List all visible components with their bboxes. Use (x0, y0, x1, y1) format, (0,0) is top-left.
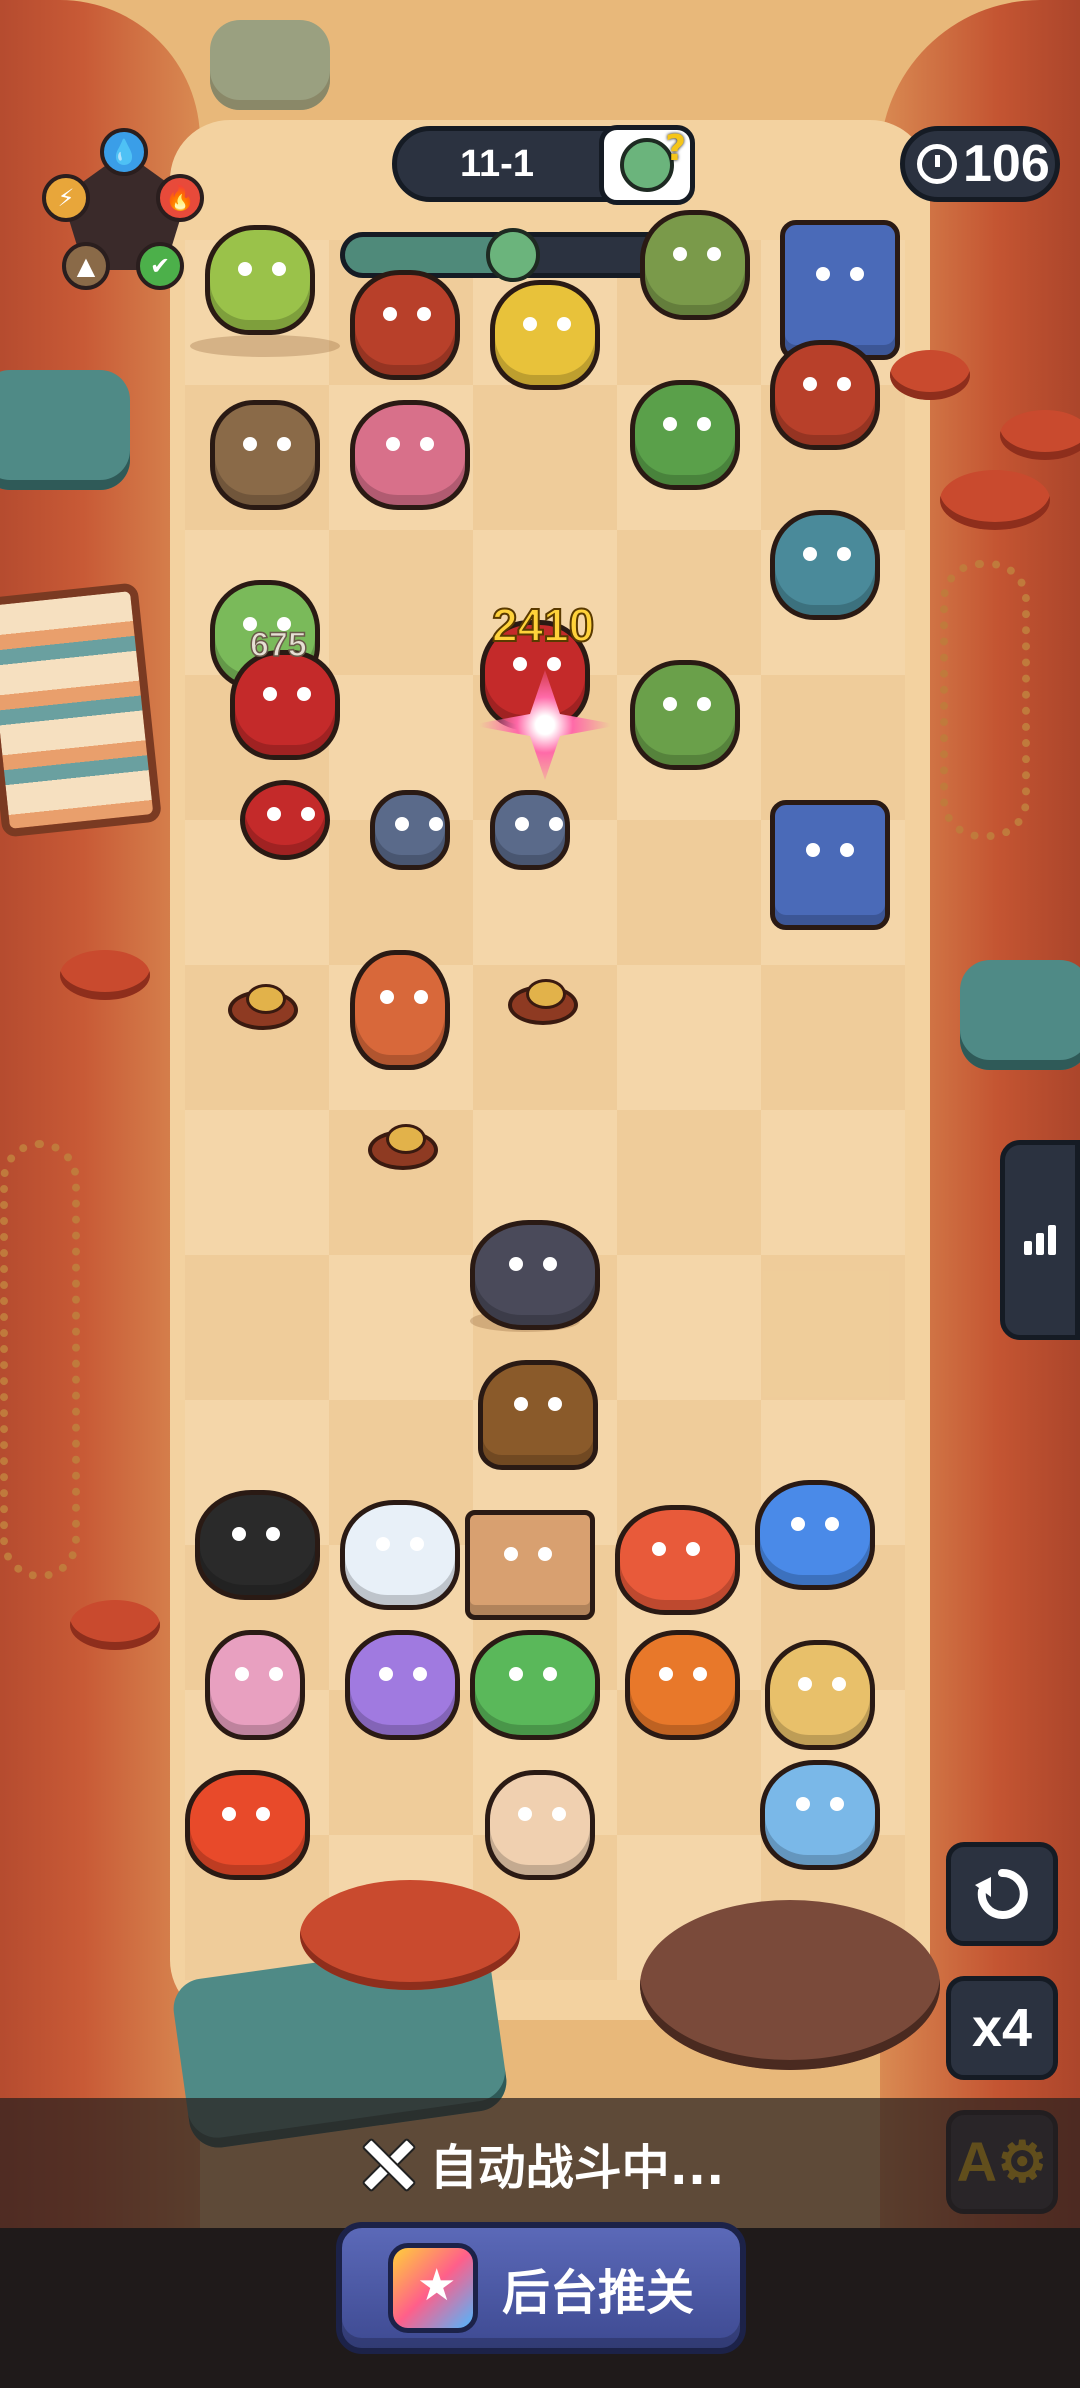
speed-button[interactable]: x4 (946, 1976, 1058, 2080)
red-rock (890, 350, 970, 400)
timer-icon (917, 144, 957, 184)
blue-zombie-enemy (770, 510, 880, 620)
damage-number: 2410 (491, 598, 595, 652)
stage-label: 11-1 (460, 142, 534, 185)
refresh-icon (975, 1868, 1028, 1919)
fire-zombie-enemy (350, 270, 460, 380)
earth-icon: ▲ (62, 242, 110, 290)
fire-frog-hero[interactable] (615, 1505, 740, 1615)
teal-boulder (960, 960, 1080, 1070)
panda-hero[interactable] (340, 1500, 460, 1610)
rock-pile-enemy (210, 400, 320, 510)
stats-bars-icon (1024, 1225, 1056, 1255)
damage-number: 675 (249, 625, 307, 665)
background-push-label: 后台推关 (501, 2265, 694, 2321)
crossed-swords-icon (356, 2133, 416, 2193)
wooden-sign (0, 582, 163, 838)
lava-beast-hero[interactable] (185, 1770, 310, 1880)
plant-zombie-enemy (205, 225, 315, 335)
jester-zombie-enemy (490, 280, 600, 390)
stats-tab-button[interactable] (1000, 1140, 1080, 1340)
nature-icon: ✔ (136, 242, 184, 290)
purple-beast-hero[interactable] (345, 1630, 460, 1740)
rock-turtle-hero[interactable] (478, 1360, 598, 1470)
chef-zombie-enemy (350, 400, 470, 510)
background-push-button[interactable]: 后台推关 (336, 2222, 746, 2354)
ice-dragon-hero[interactable] (755, 1480, 875, 1590)
teal-boulder (0, 370, 130, 490)
auto-battle-bar: 自动战斗中... (0, 2098, 1080, 2228)
reset-button[interactable] (946, 1842, 1058, 1946)
auto-battle-text: 自动战斗中... (429, 2140, 725, 2196)
shiba-hero[interactable] (765, 1640, 875, 1750)
timer: 106 (900, 126, 1060, 202)
frog-king-hero[interactable] (470, 1630, 600, 1740)
fire-zombie-enemy (350, 950, 450, 1070)
water-icon: 💧 (100, 128, 148, 176)
teal-boulder (210, 20, 330, 110)
door-shield-zombie-enemy (780, 220, 900, 360)
lightning-icon: ⚡ (42, 174, 90, 222)
mantis-hero[interactable] (205, 1630, 305, 1740)
egg-nest (228, 984, 298, 1030)
cloud-sheep-hero[interactable] (760, 1760, 880, 1870)
egg-nest (368, 1124, 438, 1170)
egg-nest (508, 979, 578, 1025)
zombie-progress-icon (486, 228, 540, 282)
gunner-zombie-enemy (630, 660, 740, 770)
red-rock (60, 950, 150, 1000)
rope-coil (0, 1140, 80, 1580)
red-rock (940, 470, 1050, 530)
fire-blast-projectile (240, 780, 330, 860)
red-rock (70, 1600, 160, 1650)
timer-value: 106 (963, 135, 1050, 193)
red-rock (300, 1880, 520, 1990)
boss-preview-button[interactable]: ? (599, 125, 695, 205)
small-raccoon-ally (490, 790, 570, 870)
stage-indicator: 11-1 ? (392, 125, 695, 205)
enemy-shadow (190, 335, 340, 357)
snake-hero[interactable] (485, 1770, 595, 1880)
brown-rock-pile (640, 1900, 940, 2070)
gunner-zombie-enemy (630, 380, 740, 490)
tiger-hero[interactable] (625, 1630, 740, 1740)
cat-emblem-icon (387, 2243, 478, 2333)
small-raccoon-ally (370, 790, 450, 870)
speed-label: x4 (971, 1998, 1033, 2058)
upgrade-box[interactable] (465, 1510, 595, 1620)
door-shield-zombie-enemy (770, 800, 890, 930)
fire-zombie-enemy (770, 340, 880, 450)
red-demon-enemy (230, 650, 340, 760)
spiky-zombie-enemy (640, 210, 750, 320)
fire-fox-hero[interactable] (195, 1490, 320, 1600)
dino-hero[interactable] (470, 1220, 600, 1330)
fire-icon: 🔥 (156, 174, 204, 222)
question-mark-icon: ? (665, 128, 686, 169)
red-rock (1000, 410, 1080, 460)
rope-coil (940, 560, 1030, 840)
element-wheel[interactable]: 💧 🔥 ✔ ▲ ⚡ (40, 128, 210, 290)
